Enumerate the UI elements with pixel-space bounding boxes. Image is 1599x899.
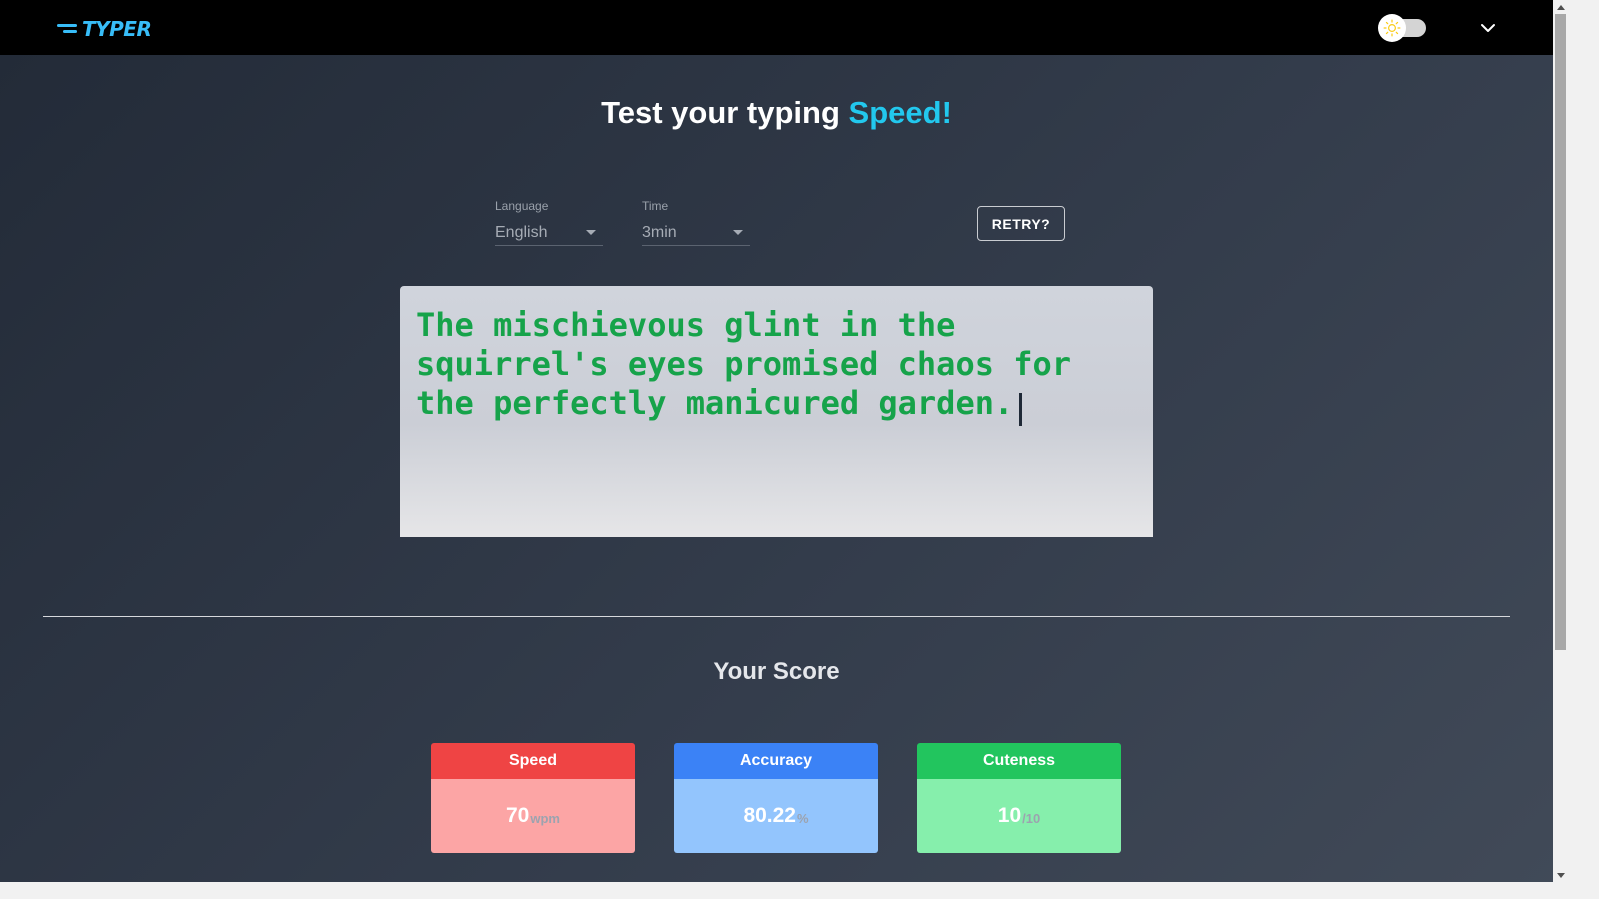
page-title: Test your typing Speed! xyxy=(0,95,1553,131)
page-title-text: Test your typing xyxy=(601,95,840,130)
language-select-group: Language English xyxy=(495,199,603,246)
cuteness-score-card: Cuteness 10/10 xyxy=(917,743,1121,853)
main-content: Test your typing Speed! Language English… xyxy=(0,55,1553,899)
speed-unit: wpm xyxy=(530,810,560,826)
vertical-scrollbar[interactable] xyxy=(1553,0,1568,882)
speed-score-card: Speed 70 wpm xyxy=(431,743,635,853)
cuteness-card-body: 10/10 xyxy=(917,779,1121,853)
typed-text: The mischievous glint in the squirrel's … xyxy=(416,306,1072,422)
scroll-up-arrow-icon[interactable] xyxy=(1553,0,1568,14)
caret-down-icon xyxy=(586,230,596,235)
language-label: Language xyxy=(495,199,549,213)
scroll-down-arrow-icon[interactable] xyxy=(1553,868,1568,882)
logo-text: TYPER xyxy=(82,17,152,41)
typer-logo[interactable]: TYPER xyxy=(57,17,152,41)
section-divider xyxy=(43,616,1510,617)
accuracy-card-body: 80.22% xyxy=(674,779,878,853)
accuracy-card-header: Accuracy xyxy=(674,743,878,779)
accuracy-unit: % xyxy=(797,810,809,826)
top-navbar: TYPER xyxy=(0,0,1584,55)
speed-value: 70 xyxy=(506,804,530,827)
toggle-knob xyxy=(1378,14,1406,42)
time-label: Time xyxy=(642,199,669,213)
menu-dropdown-button[interactable] xyxy=(1478,18,1498,38)
language-select[interactable]: English xyxy=(495,220,603,246)
speed-card-body: 70 wpm xyxy=(431,779,635,853)
time-value: 3min xyxy=(642,223,677,241)
time-select[interactable]: 3min xyxy=(642,220,750,246)
cuteness-card-header: Cuteness xyxy=(917,743,1121,779)
text-cursor xyxy=(1019,393,1023,427)
cuteness-unit: /10 xyxy=(1022,810,1041,826)
sun-icon xyxy=(1383,19,1401,37)
score-title: Your Score xyxy=(713,658,840,685)
accuracy-value: 80.22 xyxy=(743,804,796,827)
language-value: English xyxy=(495,223,548,241)
window-bottom-edge xyxy=(0,882,1599,899)
page-title-accent: Speed! xyxy=(848,95,952,130)
cuteness-value: 10 xyxy=(997,804,1022,827)
retry-button[interactable]: RETRY? xyxy=(977,206,1065,241)
window-edge xyxy=(1568,0,1599,899)
caret-down-icon xyxy=(733,230,743,235)
chevron-down-icon xyxy=(1481,24,1495,32)
typing-area[interactable]: The mischievous glint in the squirrel's … xyxy=(400,286,1153,537)
logo-speed-lines-icon xyxy=(57,22,79,36)
speed-card-header: Speed xyxy=(431,743,635,779)
accuracy-score-card: Accuracy 80.22% xyxy=(674,743,878,853)
time-select-group: Time 3min xyxy=(642,199,750,246)
scrollbar-thumb[interactable] xyxy=(1555,14,1566,650)
theme-toggle[interactable] xyxy=(1378,14,1426,42)
